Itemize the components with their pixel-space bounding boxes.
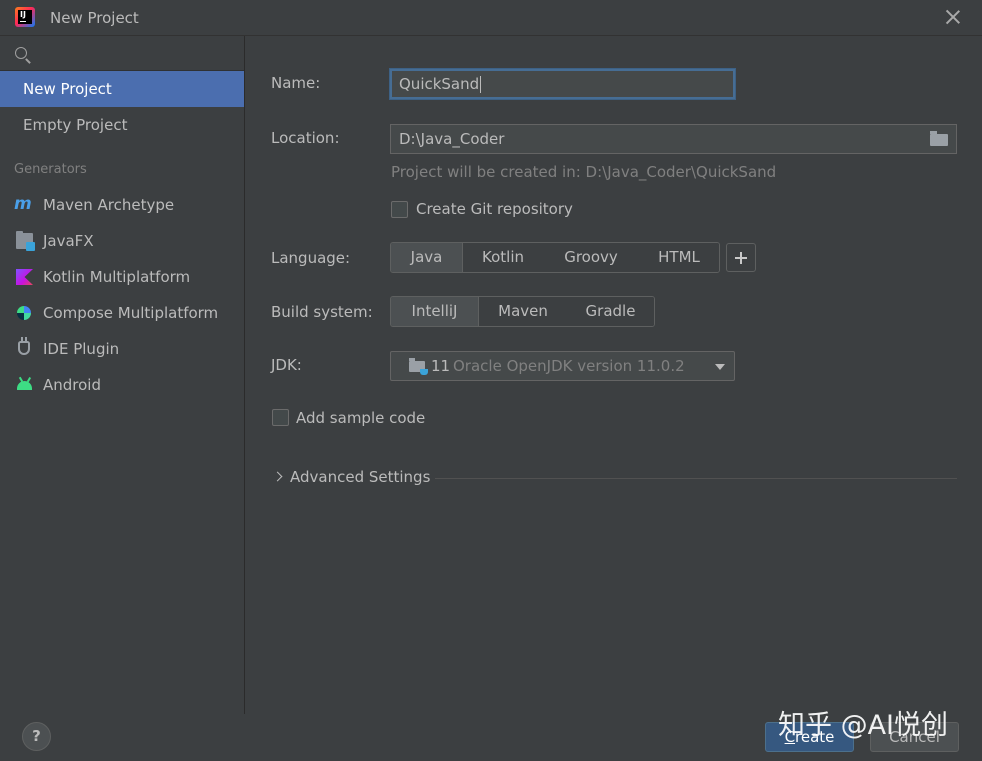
text-caret: [480, 76, 482, 93]
cancel-button[interactable]: Cancel: [870, 722, 959, 752]
sidebar-item-javafx[interactable]: JavaFX: [0, 223, 244, 259]
sidebar: New Project Empty Project Generators m M…: [0, 36, 245, 714]
build-option-maven[interactable]: Maven: [479, 297, 567, 326]
javafx-icon: [16, 231, 35, 251]
android-icon: [17, 381, 32, 390]
create-label: reate: [795, 728, 835, 746]
sidebar-item-compose-multiplatform[interactable]: Compose Multiplatform: [0, 295, 244, 331]
sample-code-label[interactable]: Add sample code: [296, 409, 425, 427]
jdk-folder-icon: [409, 358, 428, 375]
search-icon: [15, 47, 27, 59]
window-title: New Project: [50, 9, 139, 27]
build-system-label: Build system:: [271, 303, 373, 321]
location-field[interactable]: D:\Java_Coder: [390, 124, 957, 154]
chevron-right-icon[interactable]: [272, 471, 283, 482]
language-option-html[interactable]: HTML: [639, 243, 719, 272]
advanced-divider: [435, 478, 957, 479]
location-hint: Project will be created in: D:\Java_Code…: [391, 163, 777, 181]
language-label: Language:: [271, 249, 351, 267]
sample-code-checkbox[interactable]: [272, 409, 289, 426]
chevron-down-icon: [715, 364, 725, 370]
name-field[interactable]: QuickSand: [390, 69, 735, 99]
sidebar-item-new-project[interactable]: New Project: [0, 71, 244, 107]
build-option-intellij[interactable]: IntelliJ: [391, 297, 479, 326]
maven-icon: m: [14, 194, 32, 214]
language-option-java[interactable]: Java: [391, 243, 463, 272]
jdk-description: Oracle OpenJDK version 11.0.2: [453, 357, 685, 375]
sidebar-item-label: JavaFX: [43, 232, 94, 250]
git-checkbox[interactable]: [391, 201, 408, 218]
sidebar-item-maven-archetype[interactable]: m Maven Archetype: [0, 187, 244, 223]
git-checkbox-label[interactable]: Create Git repository: [416, 200, 573, 218]
jdk-dropdown[interactable]: 11 Oracle OpenJDK version 11.0.2: [390, 351, 735, 381]
sidebar-item-label: Android: [43, 376, 101, 394]
sidebar-item-label: Maven Archetype: [43, 196, 175, 214]
title-bar: IJ New Project: [0, 0, 982, 36]
sidebar-item-label: IDE Plugin: [43, 340, 120, 358]
plugin-icon: [18, 337, 30, 355]
create-mnemonic: C: [784, 728, 796, 746]
folder-open-icon[interactable]: [930, 131, 948, 146]
kotlin-icon: [16, 269, 33, 285]
build-option-gradle[interactable]: Gradle: [567, 297, 654, 326]
project-form: Name: QuickSand Location: D:\Java_Coder …: [246, 36, 982, 714]
sidebar-search[interactable]: [0, 36, 244, 71]
jdk-version: 11: [431, 357, 451, 375]
name-value: QuickSand: [399, 75, 480, 93]
build-system-selector: IntelliJ Maven Gradle: [390, 296, 655, 327]
sidebar-item-empty-project[interactable]: Empty Project: [0, 107, 244, 143]
compose-icon: [17, 306, 31, 320]
create-button[interactable]: Create: [765, 722, 854, 752]
language-option-kotlin[interactable]: Kotlin: [463, 243, 543, 272]
add-language-button[interactable]: [726, 243, 756, 272]
help-button[interactable]: ?: [22, 722, 51, 751]
location-label: Location:: [271, 129, 340, 147]
location-value: D:\Java_Coder: [399, 130, 505, 148]
generators-header: Generators: [14, 162, 87, 177]
sidebar-item-ide-plugin[interactable]: IDE Plugin: [0, 331, 244, 367]
sidebar-item-label: Compose Multiplatform: [43, 304, 219, 322]
close-icon[interactable]: [944, 8, 962, 26]
jdk-label: JDK:: [271, 356, 302, 374]
name-label: Name:: [271, 74, 321, 92]
sidebar-item-kotlin-multiplatform[interactable]: Kotlin Multiplatform: [0, 259, 244, 295]
advanced-settings-toggle[interactable]: Advanced Settings: [290, 468, 430, 486]
intellij-logo-icon: IJ: [15, 7, 35, 27]
language-selector: Java Kotlin Groovy HTML: [390, 242, 720, 273]
language-option-groovy[interactable]: Groovy: [543, 243, 639, 272]
sidebar-item-android[interactable]: Android: [0, 367, 244, 403]
sidebar-item-label: Kotlin Multiplatform: [43, 268, 191, 286]
